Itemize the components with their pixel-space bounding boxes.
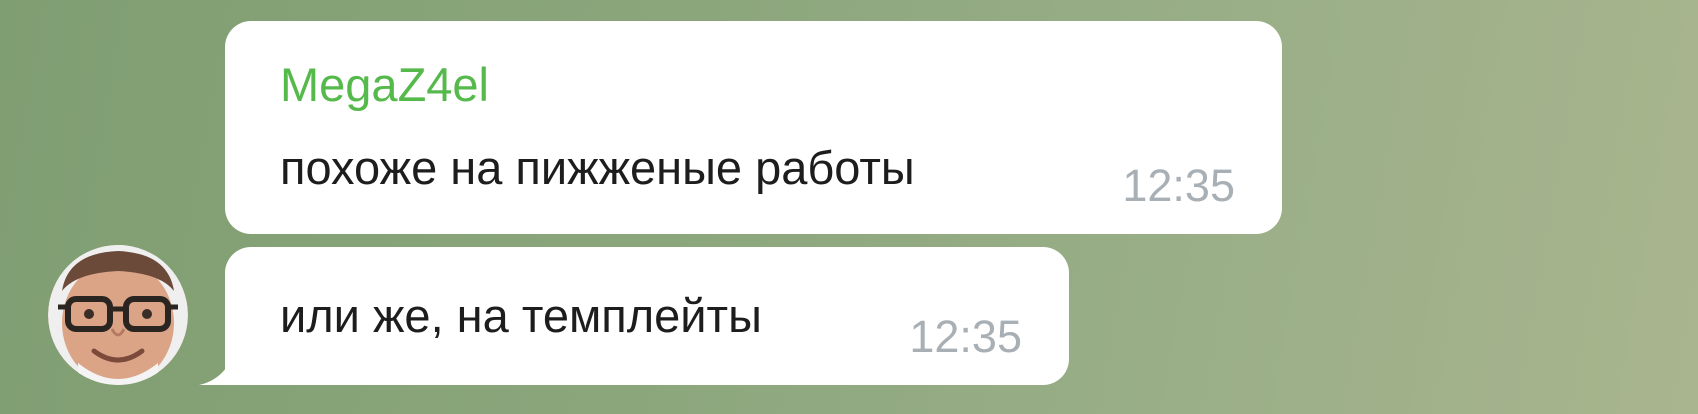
- message-text: или же, на темплейты: [280, 289, 762, 342]
- chat-area: MegaZ4el похоже на пижженые работы 12:35…: [0, 0, 1698, 414]
- user-avatar[interactable]: [48, 245, 188, 385]
- message-time: 12:35: [1122, 160, 1235, 211]
- message-text: похоже на пижженые работы: [280, 141, 915, 194]
- avatar-face-icon: [48, 245, 188, 385]
- message-bubble[interactable]: или же, на темплейты 12:35: [225, 247, 1069, 385]
- message-bubble[interactable]: MegaZ4el похоже на пижженые работы 12:35: [225, 21, 1282, 234]
- message-time: 12:35: [909, 311, 1022, 362]
- sender-name[interactable]: MegaZ4el: [280, 61, 489, 108]
